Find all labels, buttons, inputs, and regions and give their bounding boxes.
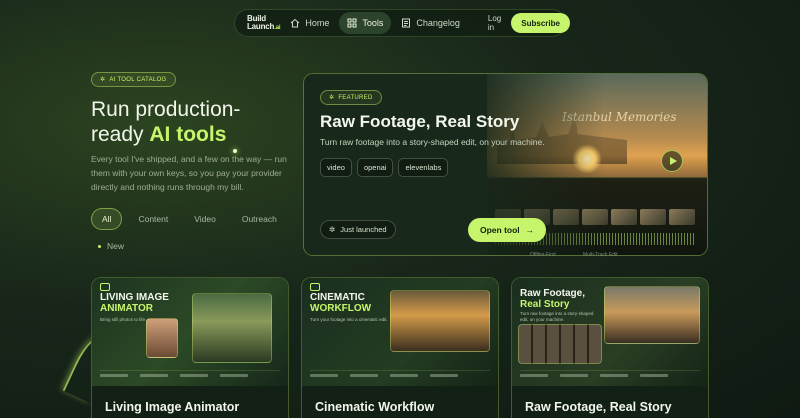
- category-filters: All Content Video Outreach: [91, 208, 287, 230]
- tool-card-raw-footage[interactable]: Raw Footage, Real Story Turn raw footage …: [511, 277, 709, 418]
- portrait-photo: [146, 318, 178, 358]
- featured-tags: video openai elevenlabs: [320, 158, 449, 177]
- app-badge-icon: [310, 283, 320, 291]
- feature-row: [310, 370, 490, 380]
- filter-all[interactable]: All: [91, 208, 123, 230]
- card-thumbnail: Raw Footage, Real Story Turn raw footage …: [512, 278, 708, 386]
- play-icon[interactable]: [661, 150, 683, 172]
- home-icon: [290, 18, 300, 28]
- featured-title: Raw Footage, Real Story: [320, 112, 520, 131]
- card-title: Living Image Animator: [105, 400, 240, 414]
- sunset-photo: [390, 290, 490, 352]
- filter-new-label: New: [107, 241, 125, 251]
- card-headline: Raw Footage, Real Story: [520, 288, 586, 310]
- status-badge: ✲ Just launched: [320, 220, 396, 239]
- card-thumbnail: LIVING IMAGE ANIMATOR Bring still photos …: [92, 278, 288, 386]
- new-dot-icon: [98, 244, 101, 248]
- hero-description: Every tool I've shipped, and a few on th…: [91, 154, 287, 192]
- card-headline: CINEMATIC WORKFLOW: [310, 292, 372, 314]
- feature-row: [520, 370, 700, 380]
- sparkle-icon: ✲: [100, 77, 106, 83]
- grid-icon: [347, 18, 357, 28]
- tool-card-cinematic-workflow[interactable]: CINEMATIC WORKFLOW Turn your footage into…: [301, 277, 499, 418]
- featured-badge-label: FEATURED: [338, 94, 373, 101]
- arrow-right-icon: →: [525, 225, 535, 235]
- tag-openai: openai: [356, 158, 394, 177]
- filter-content[interactable]: Content: [128, 208, 178, 230]
- card-headline: LIVING IMAGE ANIMATOR: [100, 292, 169, 314]
- nav-changelog-label: Changelog: [416, 18, 460, 28]
- card-thumbnail: CINEMATIC WORKFLOW Turn your footage into…: [302, 278, 498, 386]
- tag-video: video: [320, 158, 352, 177]
- card-title: Cinematic Workflow: [315, 400, 435, 414]
- tool-card-living-image[interactable]: LIVING IMAGE ANIMATOR Bring still photos …: [91, 277, 289, 418]
- filter-outreach[interactable]: Outreach: [232, 208, 287, 230]
- filter-video[interactable]: Video: [184, 208, 226, 230]
- card-subline: Turn raw footage into a story-shaped edi…: [520, 311, 594, 322]
- featured-card[interactable]: Istanbul Memories ✲ FEATURED Raw Footage…: [303, 73, 708, 256]
- list-icon: [402, 18, 411, 28]
- catalog-badge-label: AI TOOL CATALOG: [109, 76, 167, 83]
- filter-new[interactable]: New: [98, 241, 124, 251]
- feature-label-offline: Offline-First: [530, 252, 556, 258]
- feature-row: [100, 370, 280, 380]
- featured-description: Turn raw footage into a story-shaped edi…: [320, 137, 545, 147]
- nav-home-label: Home: [305, 18, 330, 28]
- nav-changelog[interactable]: Changelog: [393, 12, 468, 34]
- clip-grid: [518, 324, 602, 364]
- card-subline: Turn your footage into a cinematic edit.: [310, 317, 388, 322]
- tag-elevenlabs: elevenlabs: [398, 158, 449, 177]
- nav-tools[interactable]: Tools: [339, 12, 392, 34]
- featured-badge: ✲ FEATURED: [320, 90, 382, 105]
- subscribe-button[interactable]: Subscribe: [511, 13, 570, 33]
- logo[interactable]: Build Launch.ai: [239, 11, 281, 35]
- card-title: Raw Footage, Real Story: [525, 400, 672, 414]
- open-tool-button[interactable]: Open tool →: [468, 218, 547, 242]
- status-label: Just launched: [340, 225, 387, 234]
- login-link[interactable]: Log in: [480, 14, 509, 32]
- nav-home[interactable]: Home: [282, 12, 337, 34]
- feature-label-multitrack: Multi-Track Edit: [583, 252, 618, 258]
- sparkle-icon: ✲: [329, 225, 336, 234]
- sparkle-icon: ✲: [329, 95, 335, 101]
- app-badge-icon: [100, 283, 110, 291]
- catalog-badge: ✲ AI TOOL CATALOG: [91, 72, 176, 87]
- city-photo: [604, 286, 700, 344]
- hero-title: Run production- ready AI tools: [91, 98, 241, 146]
- logo-line2: Launch.ai: [247, 21, 281, 31]
- nav-tools-label: Tools: [362, 18, 384, 28]
- forest-photo: [192, 293, 272, 363]
- open-tool-label: Open tool: [480, 225, 520, 235]
- top-nav: Build Launch.ai Home Tools Changelog Log…: [234, 9, 570, 37]
